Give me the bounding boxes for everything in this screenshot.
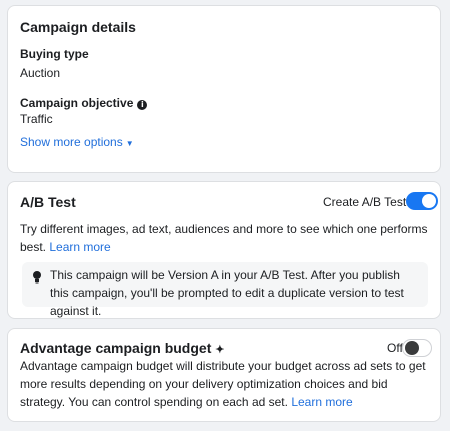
show-more-options-link[interactable]: Show more options ▼ <box>20 135 134 149</box>
advantage-budget-card: Advantage campaign budget ✦ Off Advantag… <box>7 328 441 422</box>
advantage-budget-title-text: Advantage campaign budget <box>20 340 212 356</box>
lightbulb-icon <box>33 271 41 284</box>
buying-type-label: Buying type <box>20 47 89 61</box>
budget-toggle-label: Off <box>387 341 403 355</box>
toggle-knob <box>422 194 436 208</box>
toggle-knob <box>405 341 419 355</box>
campaign-objective-value: Traffic <box>20 112 53 126</box>
advantage-budget-title: Advantage campaign budget ✦ <box>20 340 224 356</box>
create-ab-test-label: Create A/B Test <box>323 195 407 209</box>
ab-test-note-text: This campaign will be Version A in your … <box>50 268 404 318</box>
advantage-budget-toggle[interactable] <box>402 339 432 357</box>
sparkle-icon: ✦ <box>215 344 225 356</box>
advantage-budget-description: Advantage campaign budget will distribut… <box>20 357 432 411</box>
buying-type-value: Auction <box>20 66 61 80</box>
advantage-budget-description-text: Advantage campaign budget will distribut… <box>20 359 426 409</box>
show-more-options-label: Show more options <box>20 135 123 149</box>
ab-test-learn-more-link[interactable]: Learn more <box>49 240 110 254</box>
campaign-details-title: Campaign details <box>20 19 136 35</box>
info-icon[interactable]: i <box>137 100 148 110</box>
ab-test-title: A/B Test <box>20 194 76 210</box>
create-ab-test-toggle[interactable] <box>406 192 438 210</box>
campaign-objective-text: Campaign objective <box>20 96 134 110</box>
budget-learn-more-link[interactable]: Learn more <box>291 395 352 409</box>
ab-test-description: Try different images, ad text, audiences… <box>20 220 432 256</box>
ab-test-note: This campaign will be Version A in your … <box>22 262 428 318</box>
caret-down-icon: ▼ <box>125 139 134 148</box>
ab-test-card: A/B Test Create A/B Test Try different i… <box>7 181 441 319</box>
campaign-details-card: Campaign details Buying type Auction Cam… <box>7 5 441 173</box>
campaign-objective-label: Campaign objective i <box>20 96 148 110</box>
